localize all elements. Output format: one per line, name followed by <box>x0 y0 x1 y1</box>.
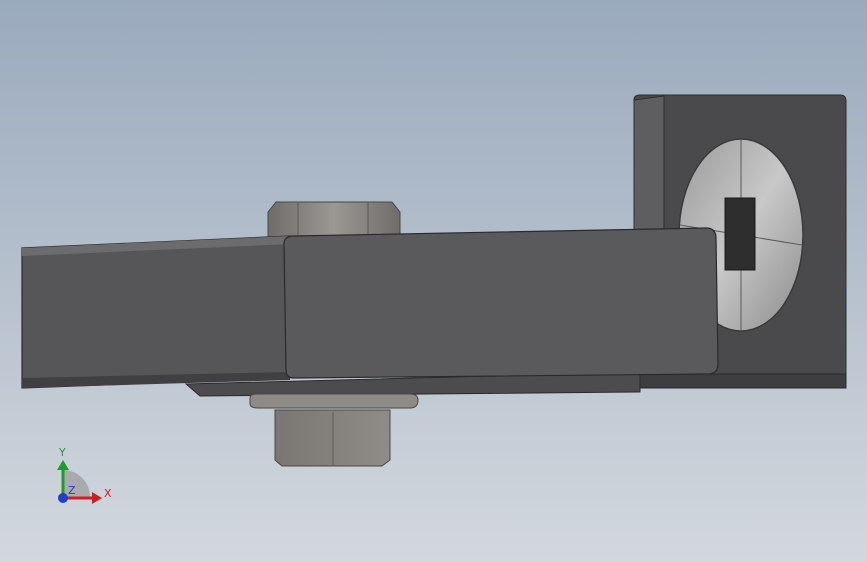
3d-viewport[interactable]: Y X Z <box>0 0 867 562</box>
washer <box>249 393 419 409</box>
z-axis-label: Z <box>68 484 76 497</box>
x-axis-label: X <box>104 487 112 500</box>
z-axis-dot <box>58 493 68 503</box>
y-axis-arrow <box>57 460 69 470</box>
hex-nut-bottom <box>274 409 391 467</box>
axis-triad: Y X Z <box>57 446 112 504</box>
channel-beam <box>21 227 719 397</box>
x-axis-arrow <box>92 492 102 504</box>
y-axis-label: Y <box>58 446 66 459</box>
